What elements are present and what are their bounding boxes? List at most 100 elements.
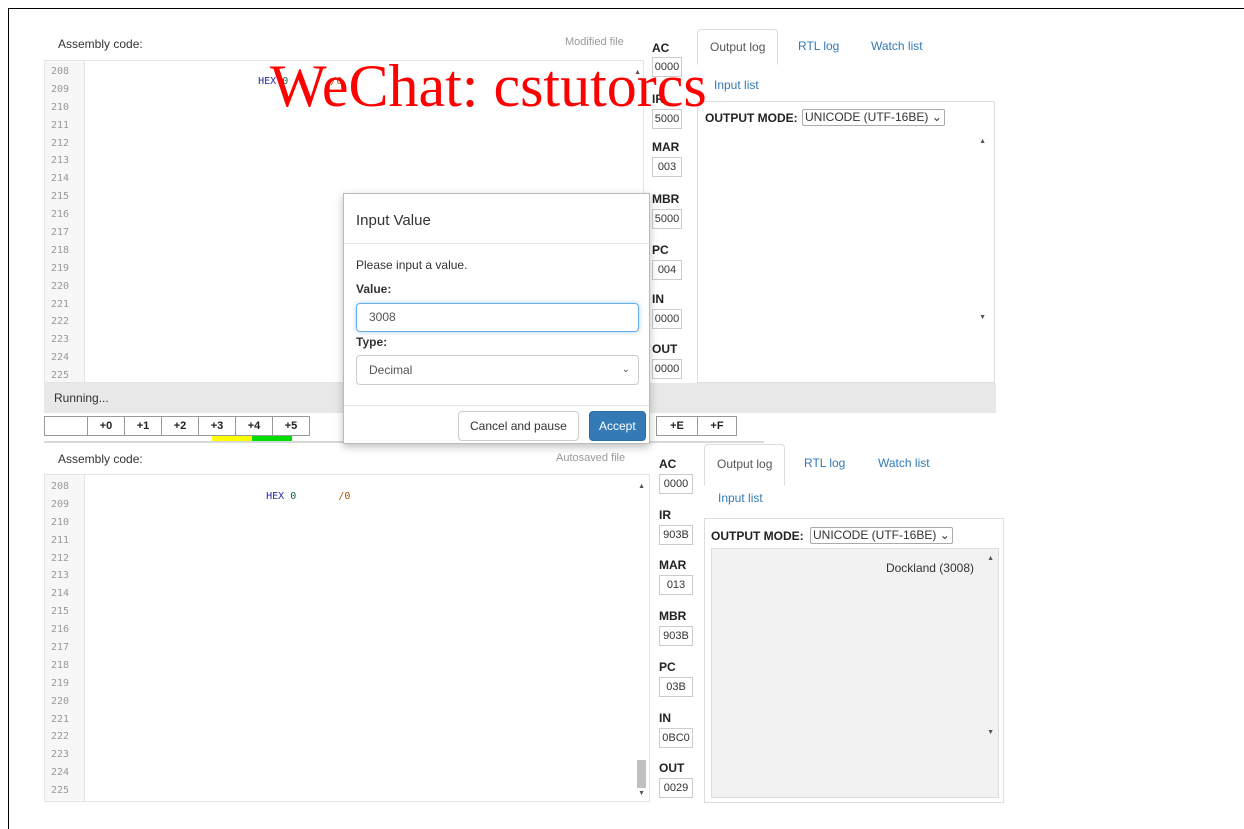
- chevron-down-icon: ⌄: [931, 110, 942, 124]
- line-gutter: 208 209 210 211 212 213 214 215 216 217 …: [45, 475, 85, 801]
- memory-header: +2: [161, 416, 199, 436]
- type-select[interactable]: Decimal ⌄: [356, 355, 639, 385]
- output-mode-select[interactable]: UNICODE (UTF-16BE) ⌄: [810, 527, 953, 544]
- register-value: 903B: [659, 626, 693, 646]
- tab-input-list[interactable]: Input list: [702, 68, 771, 102]
- tab-rtl-log[interactable]: RTL log: [786, 29, 851, 63]
- code-value: 0: [290, 491, 297, 502]
- line-number: 210: [51, 516, 70, 528]
- tab-watch-list[interactable]: Watch list: [859, 29, 935, 63]
- output-panel: OUTPUT MODE: UNICODE (UTF-16BE) ⌄ ▲ ▼: [697, 101, 995, 383]
- code-editor[interactable]: 208 209 210 211 212 213 214 215 216 217 …: [44, 474, 650, 802]
- output-mode-label: OUTPUT MODE:: [711, 529, 804, 543]
- line-number: 216: [51, 624, 70, 636]
- register-name: OUT: [652, 342, 678, 356]
- line-number: 212: [51, 552, 70, 564]
- status-text: Running...: [54, 391, 109, 405]
- cancel-and-pause-button[interactable]: Cancel and pause: [458, 411, 579, 441]
- register-value: 013: [659, 575, 693, 595]
- register-value: 903B: [659, 525, 693, 545]
- line-number: 220: [51, 695, 70, 707]
- output-mode-label: OUTPUT MODE:: [705, 111, 798, 125]
- register-name: MAR: [652, 140, 680, 154]
- line-number: 215: [51, 606, 70, 618]
- memory-header: +5: [272, 416, 310, 436]
- memory-header: +1: [124, 416, 162, 436]
- tab-output-log[interactable]: Output log: [704, 444, 786, 486]
- line-number: 221: [51, 713, 70, 725]
- file-status: Modified file: [565, 36, 624, 48]
- line-number: 216: [51, 209, 70, 221]
- output-area[interactable]: ▲ ▼: [698, 132, 994, 325]
- line-number: 220: [51, 280, 70, 292]
- line-number: 210: [51, 101, 70, 113]
- line-number: 222: [51, 316, 70, 328]
- accept-button[interactable]: Accept: [589, 411, 646, 441]
- register-name: IN: [659, 711, 671, 725]
- register-name: PC: [659, 660, 676, 674]
- scroll-up-icon[interactable]: ▲: [979, 138, 986, 145]
- register-in: IN 0BC0: [659, 711, 693, 748]
- watermark: WeChat: cstutorcs: [270, 53, 707, 119]
- line-number: 211: [51, 119, 70, 131]
- dialog-footer: Cancel and pause Accept: [344, 405, 649, 443]
- dialog-title: Input Value: [356, 212, 431, 229]
- line-number: 219: [51, 262, 70, 274]
- scrollbar-thumb[interactable]: [637, 760, 646, 788]
- scroll-down-icon[interactable]: ▼: [979, 314, 986, 321]
- code-comment: /0: [338, 491, 351, 502]
- register-value: 0029: [659, 778, 693, 798]
- line-number: 218: [51, 659, 70, 671]
- output-area[interactable]: Dockland (3008) ▲ ▼: [711, 548, 999, 798]
- line-number: 217: [51, 642, 70, 654]
- line-number: 223: [51, 334, 70, 346]
- type-label: Type:: [356, 335, 388, 349]
- line-number: 219: [51, 677, 70, 689]
- memory-header: +3: [198, 416, 236, 436]
- scroll-down-icon[interactable]: ▼: [638, 790, 645, 797]
- scroll-up-icon[interactable]: ▲: [987, 555, 994, 562]
- output-mode-value: UNICODE (UTF-16BE): [805, 110, 929, 124]
- register-value: 003: [652, 157, 682, 177]
- register-value: 004: [652, 260, 682, 280]
- register-mbr: MBR 903B: [659, 609, 693, 646]
- line-number: 221: [51, 298, 70, 310]
- line-number: 211: [51, 534, 70, 546]
- file-status: Autosaved file: [556, 452, 626, 464]
- line-number: 225: [51, 785, 70, 797]
- register-value: 0000: [652, 309, 682, 329]
- register-value: 5000: [652, 209, 682, 229]
- value-input[interactable]: 3008: [356, 303, 639, 332]
- register-name: MBR: [659, 609, 687, 623]
- line-number: 222: [51, 731, 70, 743]
- line-number: 224: [51, 352, 70, 364]
- assembly-code-label: Assembly code:: [58, 452, 143, 466]
- scroll-down-icon[interactable]: ▼: [987, 729, 994, 736]
- register-mbr: MBR 5000: [652, 192, 682, 229]
- code-keyword: HEX: [266, 491, 285, 502]
- scroll-up-icon[interactable]: ▲: [638, 483, 645, 490]
- output-mode-value: UNICODE (UTF-16BE): [813, 528, 937, 542]
- register-name: AC: [659, 457, 677, 471]
- output-mode-select[interactable]: UNICODE (UTF-16BE) ⌄: [802, 109, 945, 126]
- register-pc: PC 03B: [659, 660, 693, 697]
- tab-rtl-log[interactable]: RTL log: [792, 444, 857, 480]
- register-out: OUT 0029: [659, 761, 693, 798]
- memory-header: +F: [697, 416, 737, 436]
- line-number: 223: [51, 749, 70, 761]
- memory-header: +4: [235, 416, 273, 436]
- tab-input-list[interactable]: Input list: [706, 481, 775, 515]
- register-name: PC: [652, 243, 669, 257]
- line-gutter: 208 209 210 211 212 213 214 215 216 217 …: [45, 61, 85, 382]
- line-number: 215: [51, 191, 70, 203]
- output-panel: OUTPUT MODE: UNICODE (UTF-16BE) ⌄ Dockla…: [704, 518, 1004, 803]
- code-line-208: HEX 0 /0: [230, 480, 350, 513]
- output-text: Dockland (3008): [885, 561, 974, 575]
- tab-output-log[interactable]: Output log: [697, 29, 779, 65]
- line-number: 213: [51, 570, 70, 582]
- memory-header-corner: [44, 416, 88, 436]
- assembly-code-label: Assembly code:: [58, 37, 143, 51]
- tab-watch-list[interactable]: Watch list: [866, 444, 942, 480]
- register-in: IN 0000: [652, 292, 682, 329]
- line-number: 212: [51, 137, 70, 149]
